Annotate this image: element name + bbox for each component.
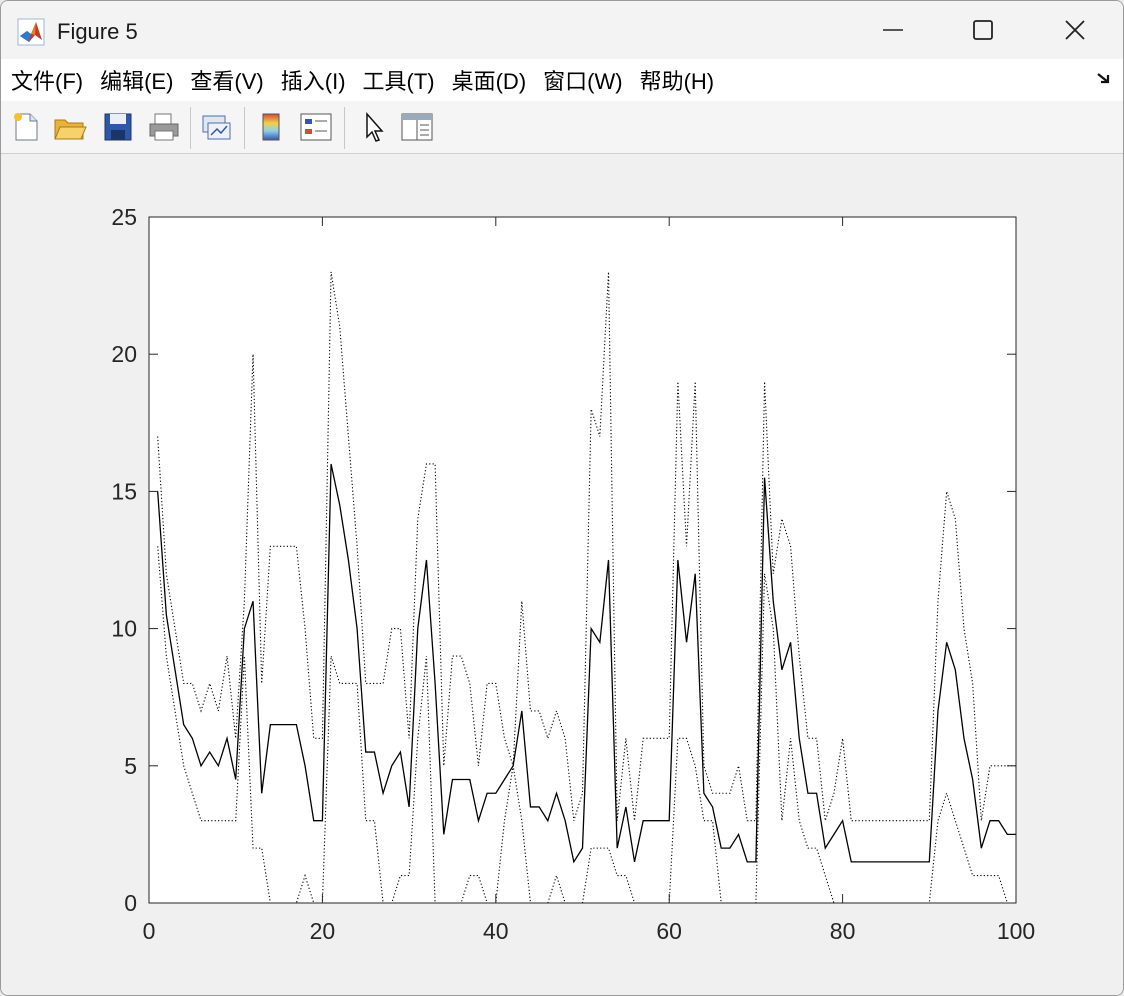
y-tick-label: 10	[111, 616, 137, 642]
matlab-logo-icon	[17, 18, 45, 46]
y-tick-label: 20	[111, 341, 137, 367]
axes-background	[149, 217, 1016, 903]
menu-desktop[interactable]: 桌面(D)	[444, 64, 535, 96]
y-tick-label: 15	[111, 478, 137, 504]
new-figure-icon[interactable]	[9, 109, 43, 145]
x-tick-label: 100	[997, 918, 1035, 944]
menu-tools[interactable]: 工具(T)	[355, 64, 443, 96]
x-tick-label: 40	[483, 918, 509, 944]
colorbar-icon[interactable]	[254, 109, 288, 145]
minimize-icon	[883, 29, 903, 31]
menu-bar: 文件(F) 编辑(E) 查看(V) 插入(I) 工具(T) 桌面(D) 窗口(W…	[1, 59, 1123, 101]
menu-file[interactable]: 文件(F)	[1, 64, 91, 96]
link-plot-icon[interactable]	[199, 109, 233, 145]
toolbar-separator	[244, 107, 245, 149]
x-tick-label: 20	[310, 918, 336, 944]
x-tick-label: 80	[830, 918, 856, 944]
minimize-button[interactable]	[847, 1, 939, 59]
toolbar-separator	[344, 107, 345, 149]
pointer-icon[interactable]	[357, 109, 391, 145]
open-icon[interactable]	[53, 109, 87, 145]
y-tick-label: 0	[124, 890, 137, 916]
title-bar[interactable]: Figure 5	[1, 1, 1123, 59]
menu-edit[interactable]: 编辑(E)	[92, 64, 181, 96]
x-tick-label: 60	[656, 918, 682, 944]
figure-canvas[interactable]: 0 20 40 60 80 100 0 5 10 15 20 25	[1, 154, 1123, 995]
property-inspector-icon[interactable]	[400, 109, 434, 145]
menu-view[interactable]: 查看(V)	[182, 64, 271, 96]
y-tick-label: 25	[111, 204, 137, 230]
plot-axes[interactable]: 0 20 40 60 80 100 0 5 10 15 20 25	[1, 154, 1123, 995]
close-button[interactable]	[1029, 1, 1121, 59]
print-icon[interactable]	[147, 109, 181, 145]
legend-icon[interactable]	[299, 109, 333, 145]
menu-help[interactable]: 帮助(H)	[632, 64, 723, 96]
maximize-button[interactable]	[937, 1, 1029, 59]
dock-arrow-icon[interactable]	[1095, 69, 1113, 87]
menu-window[interactable]: 窗口(W)	[535, 64, 630, 96]
window-title: Figure 5	[57, 19, 138, 44]
y-tick-label: 5	[124, 753, 137, 779]
save-icon[interactable]	[101, 109, 135, 145]
toolbar	[1, 101, 1123, 154]
menu-insert[interactable]: 插入(I)	[273, 64, 354, 96]
figure-window: Figure 5 文件(F) 编辑(E) 查看(V) 插入(I) 工具(T) 桌…	[0, 0, 1124, 996]
toolbar-separator	[190, 107, 191, 149]
x-tick-label: 0	[143, 918, 156, 944]
maximize-icon	[973, 20, 993, 40]
close-icon	[1065, 20, 1085, 40]
